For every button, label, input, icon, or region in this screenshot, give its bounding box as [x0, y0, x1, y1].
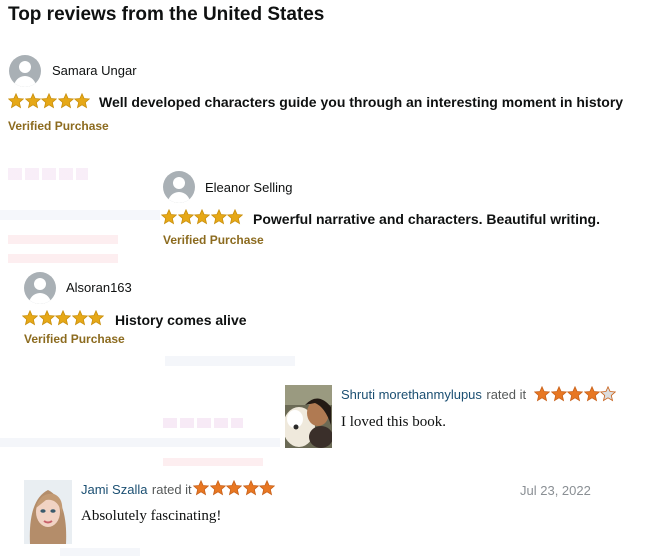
review-date: Jul 23, 2022	[520, 483, 591, 498]
review-text: I loved this book.	[341, 414, 446, 430]
goodreads-star-rating	[193, 480, 276, 500]
avatar	[24, 272, 56, 304]
goodreads-star-rating	[534, 386, 617, 406]
star-icon	[55, 310, 72, 326]
ghost-line	[8, 235, 118, 244]
star-icon	[583, 386, 600, 402]
ghost-line	[0, 210, 160, 220]
star-icon	[259, 480, 276, 496]
reviewer-name[interactable]: Samara Ungar	[52, 63, 137, 78]
star-icon	[57, 93, 74, 109]
star-icon	[88, 310, 105, 326]
star-icon	[161, 209, 177, 225]
star-icon	[177, 209, 194, 225]
ghost-line	[8, 254, 118, 263]
star-icon	[41, 93, 58, 109]
verified-purchase-badge: Verified Purchase	[8, 119, 109, 133]
avatar	[9, 55, 41, 87]
star-icon	[8, 93, 24, 109]
ghost-stars	[8, 168, 88, 180]
reviewer-name[interactable]: Jami Szalla	[81, 482, 147, 497]
star-icon	[567, 386, 584, 402]
star-icon	[210, 209, 227, 225]
star-rating	[8, 93, 91, 113]
verified-purchase-badge: Verified Purchase	[163, 233, 264, 247]
star-icon	[534, 386, 550, 402]
star-icon	[193, 480, 209, 496]
reviewer-name[interactable]: Shruti morethanmylupus	[341, 387, 482, 402]
star-icon	[242, 480, 259, 496]
star-icon	[74, 93, 91, 109]
reviewer-photo	[285, 385, 332, 448]
ghost-line	[163, 458, 263, 466]
star-icon	[38, 310, 55, 326]
ghost-line	[0, 438, 280, 447]
ghost-text	[8, 28, 11, 42]
star-rating	[22, 310, 105, 330]
star-icon	[24, 93, 41, 109]
star-icon	[194, 209, 211, 225]
star-icon	[71, 310, 88, 326]
avatar	[163, 171, 195, 203]
ghost-line	[165, 356, 295, 366]
star-rating	[161, 209, 244, 229]
star-icon	[550, 386, 567, 402]
review-title[interactable]: History comes alive	[115, 312, 247, 328]
rated-it-label: rated it	[151, 482, 192, 497]
reviewer-name[interactable]: Alsoran163	[66, 280, 132, 295]
reviewer-name[interactable]: Eleanor Selling	[205, 180, 292, 195]
ghost-line	[60, 548, 140, 556]
review-title[interactable]: Well developed characters guide you thro…	[99, 94, 623, 110]
star-icon	[600, 386, 617, 402]
star-icon	[226, 480, 243, 496]
ghost-stars	[163, 418, 243, 428]
section-heading: Top reviews from the United States	[8, 4, 325, 25]
verified-purchase-badge: Verified Purchase	[24, 332, 125, 346]
star-icon	[22, 310, 38, 326]
review-title[interactable]: Powerful narrative and characters. Beaut…	[253, 211, 600, 227]
reviewer-photo	[24, 480, 72, 544]
review-text: Absolutely fascinating!	[81, 508, 222, 524]
star-icon	[227, 209, 244, 225]
rated-it-label: rated it	[486, 387, 527, 402]
star-icon	[209, 480, 226, 496]
